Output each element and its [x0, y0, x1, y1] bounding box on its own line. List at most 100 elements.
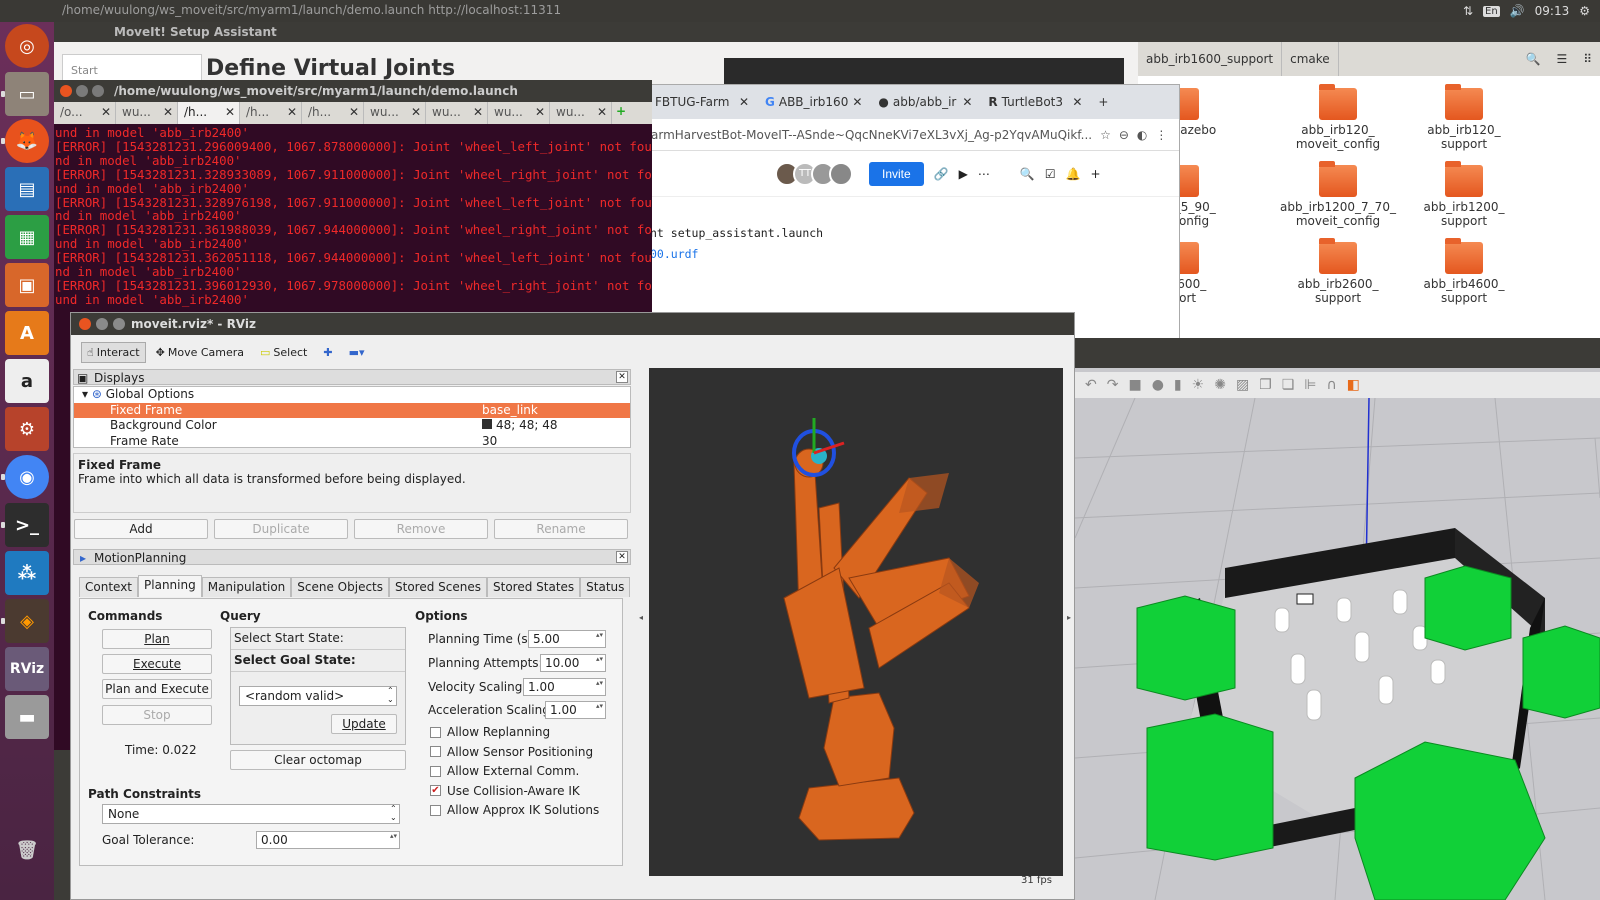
- extension-icon[interactable]: ⊖: [1119, 128, 1129, 142]
- select-tool[interactable]: ▭ Select: [254, 342, 313, 363]
- folder-item[interactable]: abb_irb1200_ support: [1406, 161, 1522, 228]
- volume-icon[interactable]: 🔊: [1510, 4, 1525, 18]
- close-icon[interactable]: ✕: [616, 371, 628, 383]
- checkbox-allow-external-comm[interactable]: Allow External Comm.: [430, 764, 579, 778]
- terminal-tab[interactable]: /o... ✕: [54, 102, 116, 124]
- collapse-left-icon[interactable]: ◂: [639, 613, 643, 622]
- execute-button[interactable]: Execute: [102, 654, 212, 674]
- search-icon[interactable]: 🔍: [1517, 42, 1548, 76]
- gear-icon[interactable]: ⚙: [1579, 4, 1590, 18]
- writer-icon[interactable]: ▤: [5, 167, 49, 211]
- rviz-3d-view[interactable]: [649, 368, 1063, 876]
- global-options-row[interactable]: ▾ ⊛ Global Options: [74, 387, 630, 403]
- terminal-tab[interactable]: wu... ✕: [426, 102, 488, 124]
- terminal-tab[interactable]: /h... ✕: [240, 102, 302, 124]
- browser-tab[interactable]: R TurtleBot3 ✕: [980, 85, 1090, 119]
- terminal-tab[interactable]: wu... ✕: [550, 102, 612, 124]
- impress-icon[interactable]: ▣: [5, 263, 49, 307]
- folder-item[interactable]: abb_irb120_ support: [1406, 84, 1522, 151]
- plan-and-execute-button[interactable]: Plan and Execute: [102, 679, 212, 699]
- tree-row-fixed-frame[interactable]: Fixed Frame base_link: [74, 402, 630, 418]
- tab-stored-states[interactable]: Stored States: [487, 577, 581, 597]
- add-tool-button[interactable]: ✚: [317, 342, 338, 363]
- bell-icon[interactable]: 🔔: [1066, 167, 1081, 181]
- clear-octomap-button[interactable]: Clear octomap: [230, 750, 406, 770]
- cylinder-icon[interactable]: ▮: [1174, 377, 1182, 393]
- interact-tool[interactable]: ☝ Interact: [81, 341, 146, 363]
- collapse-right-icon[interactable]: ▸: [1067, 613, 1071, 622]
- tree-row-background-color[interactable]: Background Color 48; 48; 48: [74, 418, 630, 434]
- ubuntu-icon[interactable]: ◎: [5, 24, 49, 68]
- list-view-icon[interactable]: ☰: [1548, 42, 1575, 76]
- maximize-icon[interactable]: [113, 318, 125, 330]
- browser-tab[interactable]: G ABB_irb160 ✕: [757, 85, 870, 119]
- tree-row-frame-rate[interactable]: Frame Rate 30: [74, 434, 630, 450]
- settings-icon[interactable]: ⚙: [5, 407, 49, 451]
- profile-icon[interactable]: ◐: [1137, 128, 1147, 142]
- terminal-tab[interactable]: wu... ✕: [488, 102, 550, 124]
- checklist-icon[interactable]: ☑: [1045, 167, 1056, 181]
- browser-tab[interactable]: ● abb/abb_ir ✕: [870, 85, 980, 119]
- new-tab-icon[interactable]: +: [612, 102, 630, 124]
- plus-icon[interactable]: +: [1091, 167, 1101, 181]
- tab-manipulation[interactable]: Manipulation: [201, 577, 292, 597]
- folder-item[interactable]: abb_irb120_ moveit_config: [1280, 84, 1396, 151]
- software-center-icon[interactable]: A: [5, 311, 49, 355]
- path-constraints-select[interactable]: None: [102, 804, 400, 824]
- tab-scene-objects[interactable]: Scene Objects: [291, 577, 389, 597]
- address-bar[interactable]: armHarvestBot-MoveIT--ASnde~QqcNneKVi7eX…: [647, 119, 1179, 151]
- grid-view-icon[interactable]: ⠿: [1575, 42, 1600, 76]
- firefox-icon[interactable]: 🦊: [1, 119, 49, 163]
- velocity-scaling-input[interactable]: 1.00: [523, 678, 606, 696]
- terminal-tab[interactable]: /h... ✕: [178, 102, 240, 124]
- browser-tab[interactable]: FBTUG-Farm ✕: [647, 85, 757, 119]
- sublime-icon[interactable]: ◈: [1, 599, 49, 643]
- tab-context[interactable]: Context: [79, 577, 139, 597]
- folder-item[interactable]: abb_irb2600_ support: [1280, 238, 1396, 305]
- start-state-section[interactable]: Select Start State:: [231, 628, 405, 650]
- star-icon[interactable]: ☆: [1100, 128, 1111, 142]
- close-icon[interactable]: [79, 318, 91, 330]
- copy-icon[interactable]: ❐: [1259, 377, 1272, 393]
- checkbox-allow-replanning[interactable]: Allow Replanning: [430, 725, 550, 739]
- new-tab-button[interactable]: +: [1090, 85, 1120, 119]
- redo-icon[interactable]: ↷: [1107, 377, 1119, 393]
- present-icon[interactable]: ▶: [959, 167, 968, 181]
- rviz-icon[interactable]: RViz: [5, 647, 49, 691]
- files-icon[interactable]: ▭: [1, 72, 49, 116]
- align-icon[interactable]: ⊫: [1304, 377, 1316, 393]
- tab-planning[interactable]: Planning: [138, 575, 202, 597]
- terminal-tab[interactable]: wu... ✕: [364, 102, 426, 124]
- box-icon[interactable]: ■: [1128, 377, 1141, 393]
- folder-item[interactable]: abb_irb4600_ support: [1406, 238, 1522, 305]
- checkbox-allow-approx-ik-solutions[interactable]: Allow Approx IK Solutions: [430, 803, 599, 817]
- duplicate-display-button[interactable]: Duplicate: [214, 519, 348, 539]
- plan-button[interactable]: Plan: [102, 629, 212, 649]
- minimize-icon[interactable]: [96, 318, 108, 330]
- crumb-abb-irb1600-support[interactable]: abb_irb1600_support: [1138, 42, 1283, 76]
- sun-icon[interactable]: ☀: [1192, 377, 1205, 393]
- goal-state-section[interactable]: Select Goal State:: [231, 650, 405, 672]
- hatch-icon[interactable]: ▨: [1236, 377, 1249, 393]
- network-app-icon[interactable]: ⁂: [5, 551, 49, 595]
- remove-display-button[interactable]: Remove: [354, 519, 488, 539]
- tab-stored-scenes[interactable]: Stored Scenes: [389, 577, 487, 597]
- close-icon[interactable]: ✕: [616, 551, 628, 563]
- screenshot-icon[interactable]: ◧: [1347, 377, 1360, 393]
- terminal-tab[interactable]: wu... ✕: [116, 102, 178, 124]
- stop-button[interactable]: Stop: [102, 705, 212, 725]
- amazon-icon[interactable]: a: [5, 359, 49, 403]
- add-display-button[interactable]: Add: [74, 519, 208, 539]
- invite-button[interactable]: Invite: [869, 161, 924, 186]
- tab-status[interactable]: Status: [580, 577, 631, 597]
- menu-icon[interactable]: ⋮: [1155, 128, 1167, 142]
- maximize-icon[interactable]: [92, 85, 104, 97]
- gazebo-scene[interactable]: [1075, 398, 1600, 900]
- magnet-icon[interactable]: ∩: [1327, 377, 1337, 393]
- more-icon[interactable]: ⋯: [978, 167, 990, 181]
- crumb-cmake[interactable]: cmake: [1282, 42, 1339, 76]
- link-icon[interactable]: 🔗: [934, 167, 949, 181]
- light-icon[interactable]: ✺: [1214, 377, 1226, 393]
- network-icon[interactable]: ⇅: [1463, 4, 1473, 18]
- undo-icon[interactable]: ↶: [1085, 377, 1097, 393]
